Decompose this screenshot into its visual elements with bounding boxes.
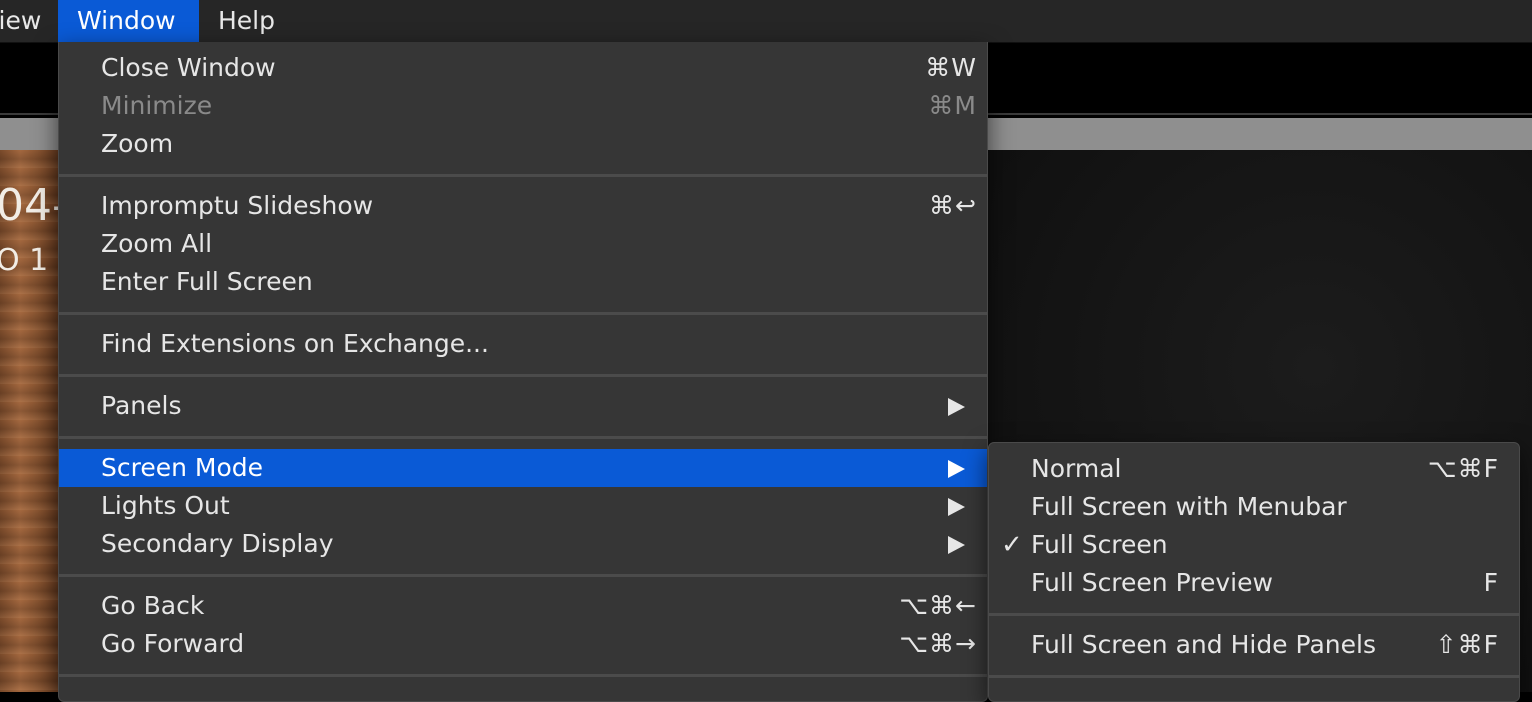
menu-item-label: Zoom (101, 129, 174, 158)
menu-item-label: Find Extensions on Exchange... (101, 329, 489, 358)
submenu-arrow-icon (948, 536, 965, 554)
menu-item-panels[interactable]: Panels (59, 387, 987, 425)
menu-item-label: Enter Full Screen (101, 267, 313, 296)
menubar-view[interactable]: View (0, 0, 60, 42)
menu-item-lights-out[interactable]: Lights Out (59, 487, 987, 525)
photo-thumbnail[interactable] (0, 150, 58, 692)
menu-item-minimize: Minimize ⌘M (59, 87, 987, 125)
menu-item-shortcut: ⌘↩ (929, 191, 977, 220)
submenu-item-full-screen-preview[interactable]: Full Screen Preview F (989, 564, 1519, 602)
menu-separator (59, 374, 987, 377)
submenu-arrow-icon (948, 398, 965, 416)
menu-item-shortcut: ⇧⌘F (1435, 630, 1499, 659)
window-menu: Close Window ⌘W Minimize ⌘M Zoom Impromp… (58, 42, 988, 702)
menu-item-screen-mode[interactable]: Screen Mode (59, 449, 987, 487)
menubar-help-label: Help (218, 6, 275, 35)
menu-item-go-back[interactable]: Go Back ⌥⌘← (59, 587, 987, 625)
menu-separator (989, 675, 1519, 678)
menu-item-shortcut: ⌥⌘← (899, 591, 977, 620)
menu-item-enter-full-screen[interactable]: Enter Full Screen (59, 263, 987, 301)
menu-item-label: Full Screen (1031, 530, 1168, 559)
menu-item-shortcut: ⌥⌘F (1427, 454, 1499, 483)
menu-item-shortcut: ⌘W (925, 53, 977, 82)
menu-item-find-extensions[interactable]: Find Extensions on Exchange... (59, 325, 987, 363)
menu-separator (59, 436, 987, 439)
menu-item-close-window[interactable]: Close Window ⌘W (59, 49, 987, 87)
submenu-arrow-icon (948, 498, 965, 516)
menu-item-impromptu-slideshow[interactable]: Impromptu Slideshow ⌘↩ (59, 187, 987, 225)
menu-item-zoom[interactable]: Zoom (59, 125, 987, 163)
menu-item-label: Minimize (101, 91, 213, 120)
menu-separator (59, 174, 987, 177)
menu-item-label: Go Back (101, 591, 205, 620)
menu-item-zoom-all[interactable]: Zoom All (59, 225, 987, 263)
menu-item-label: Screen Mode (101, 453, 264, 482)
menu-item-label: Impromptu Slideshow (101, 191, 374, 220)
menu-item-label: Secondary Display (101, 529, 334, 558)
menubar-window[interactable]: Window (58, 0, 199, 42)
menu-item-go-forward[interactable]: Go Forward ⌥⌘→ (59, 625, 987, 663)
menu-item-label: Lights Out (101, 491, 230, 520)
menu-item-label: Panels (101, 391, 182, 420)
menu-bar: View Window Help (0, 0, 1532, 43)
menubar-help[interactable]: Help (199, 0, 294, 42)
submenu-arrow-icon (948, 460, 965, 478)
menu-item-secondary-display[interactable]: Secondary Display (59, 525, 987, 563)
menubar-view-label: View (0, 6, 42, 35)
menu-separator (59, 674, 987, 677)
menu-item-label: Full Screen Preview (1031, 568, 1273, 597)
menu-item-shortcut: F (1483, 568, 1499, 597)
menubar-window-label: Window (77, 6, 176, 35)
submenu-item-full-screen-with-menubar[interactable]: Full Screen with Menubar (989, 488, 1519, 526)
menu-item-label: Close Window (101, 53, 276, 82)
screen-mode-submenu: Normal ⌥⌘F Full Screen with Menubar ✓ Fu… (988, 442, 1520, 702)
menu-item-label: Zoom All (101, 229, 213, 258)
menu-item-label: Go Forward (101, 629, 245, 658)
menu-separator (59, 312, 987, 315)
menu-item-shortcut: ⌘M (928, 91, 977, 120)
photo-overlay-subtext: O 1 (0, 243, 49, 278)
submenu-item-full-screen[interactable]: ✓ Full Screen (989, 526, 1519, 564)
menu-item-label: Full Screen with Menubar (1031, 492, 1347, 521)
menu-separator (989, 613, 1519, 616)
submenu-item-normal[interactable]: Normal ⌥⌘F (989, 450, 1519, 488)
checkmark-icon: ✓ (1001, 530, 1023, 560)
menu-item-label: Normal (1031, 454, 1122, 483)
menu-item-shortcut: ⌥⌘→ (899, 629, 977, 658)
menu-separator (59, 574, 987, 577)
submenu-item-full-screen-hide-panels[interactable]: Full Screen and Hide Panels ⇧⌘F (989, 626, 1519, 664)
menu-item-label: Full Screen and Hide Panels (1031, 630, 1376, 659)
